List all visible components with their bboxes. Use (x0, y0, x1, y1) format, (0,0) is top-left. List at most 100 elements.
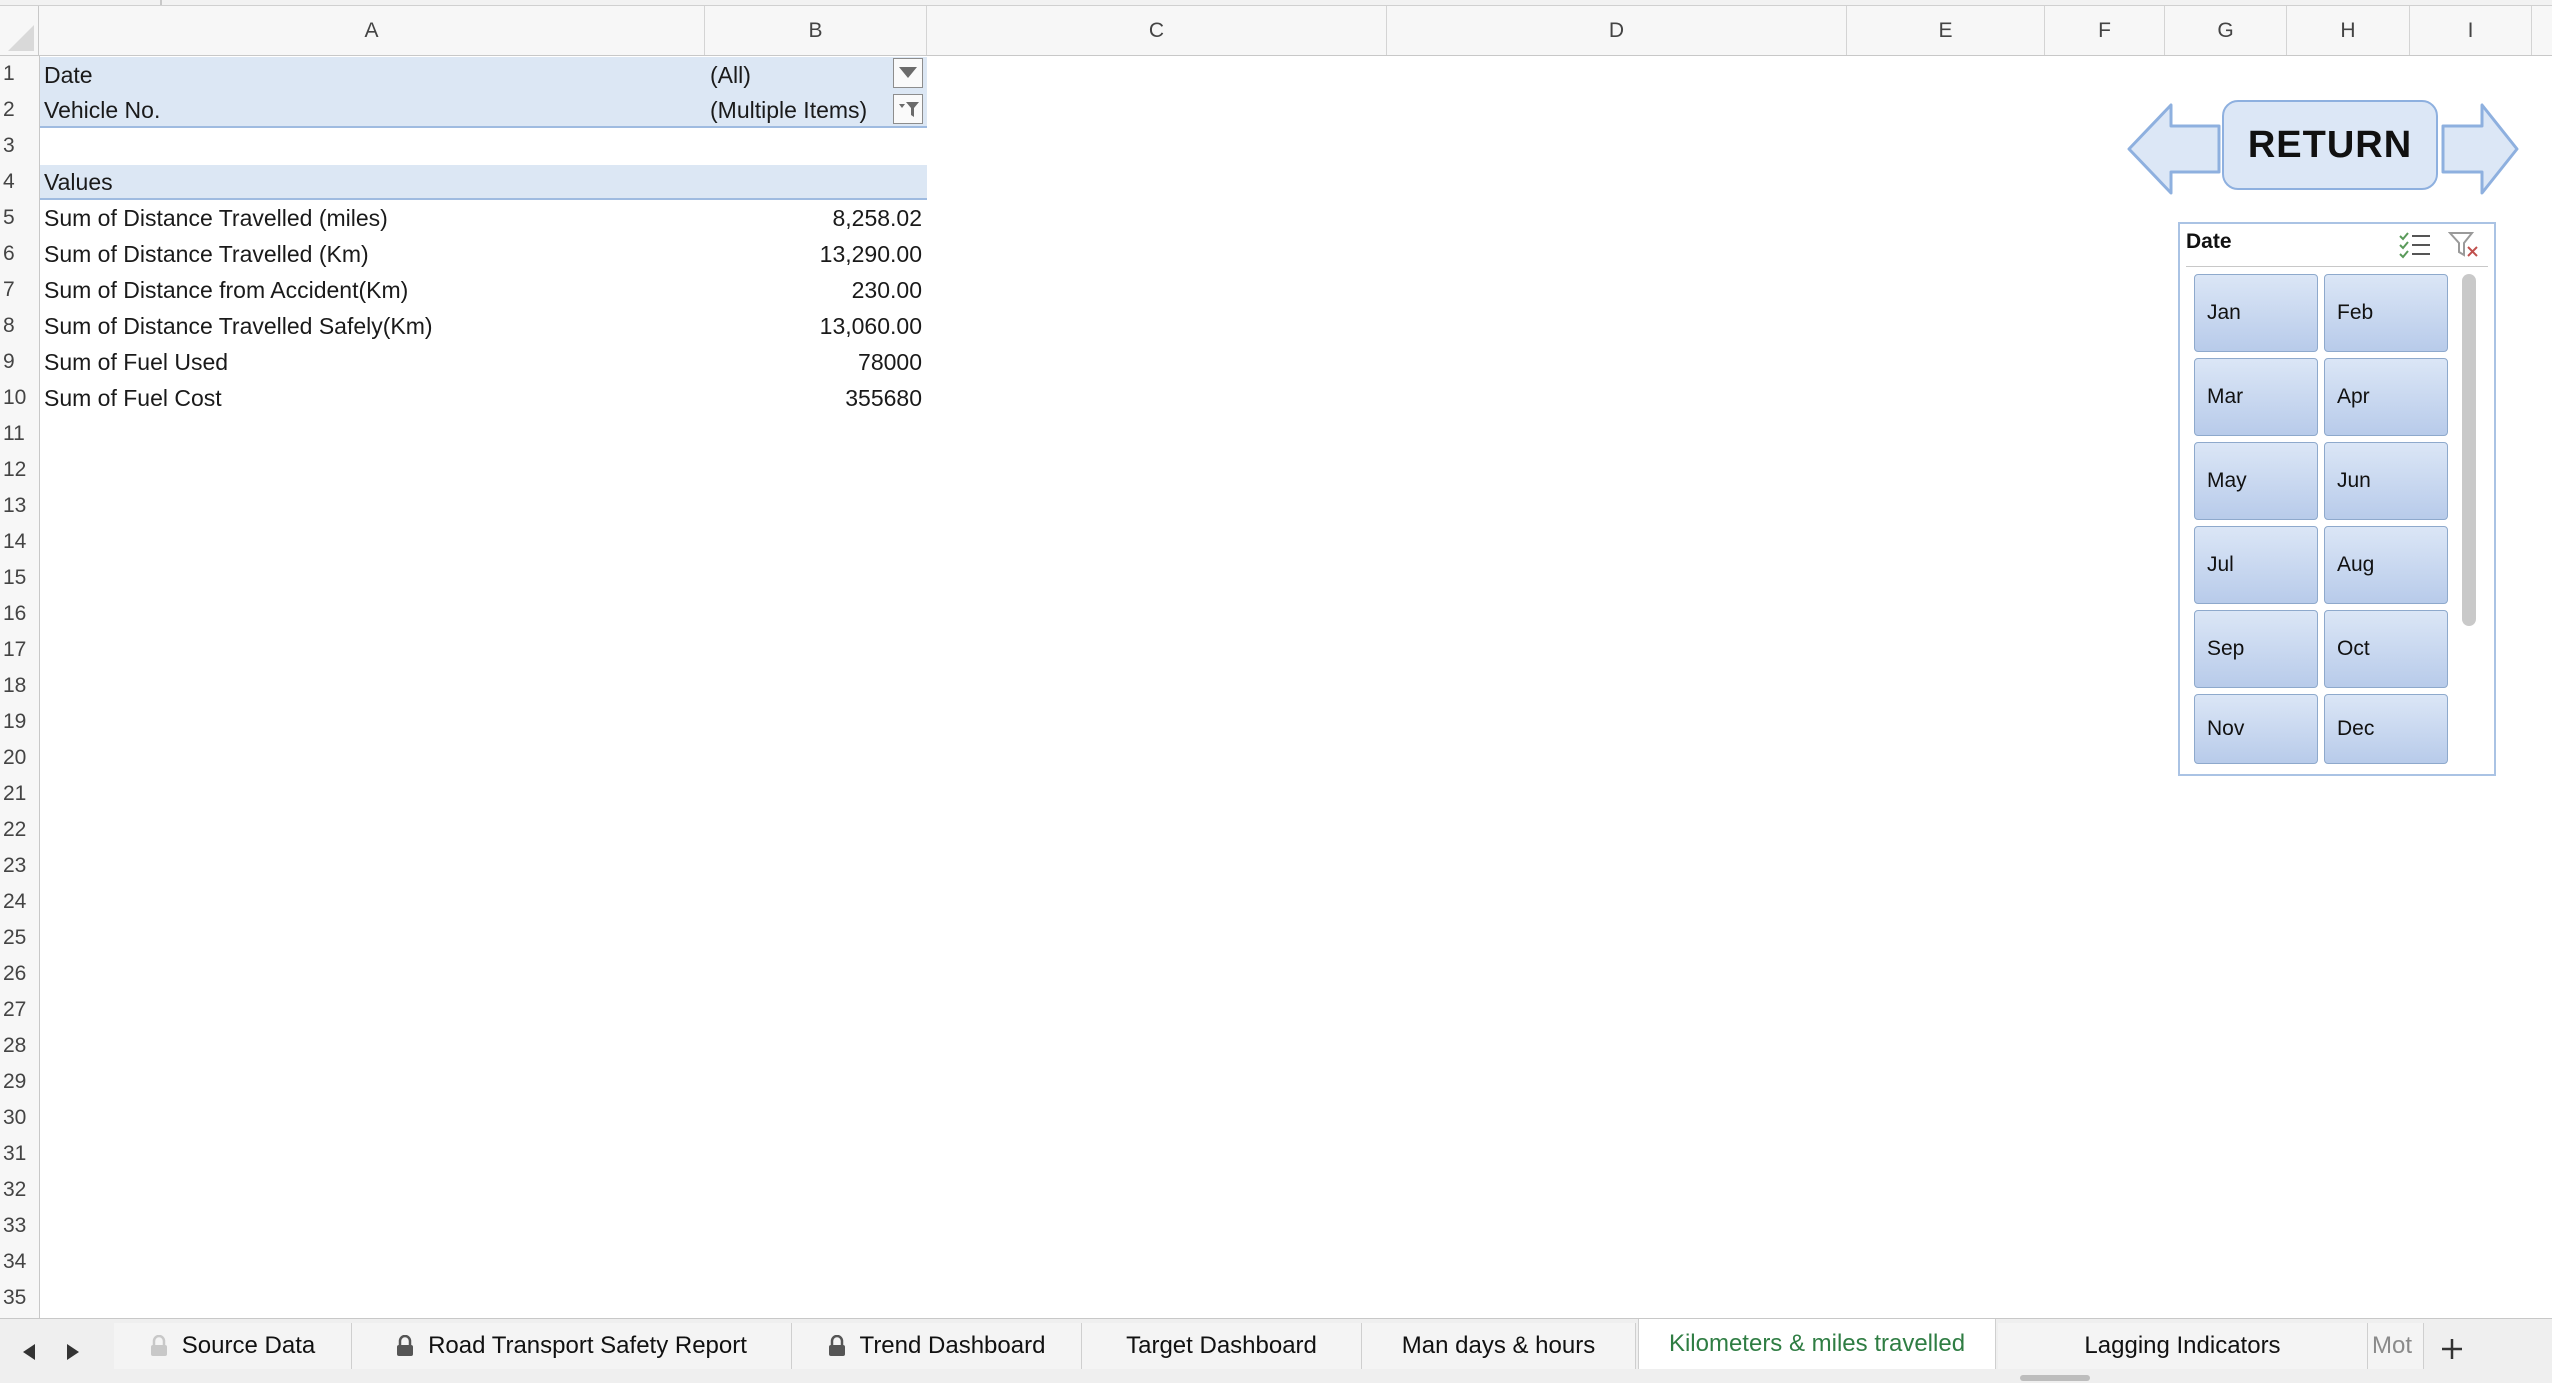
slicer-item-sep[interactable]: Sep (2194, 610, 2318, 688)
row-header[interactable]: 8 (0, 308, 38, 344)
row-header[interactable]: 13 (0, 488, 38, 524)
top-edge-mark (160, 0, 162, 5)
row-header[interactable]: 2 (0, 92, 38, 128)
row-header[interactable]: 10 (0, 380, 38, 416)
tab-source-data[interactable]: Source Data (114, 1323, 352, 1369)
slicer-scrollbar[interactable] (2462, 274, 2476, 626)
slicer-item-oct[interactable]: Oct (2324, 610, 2448, 688)
column-header-b[interactable]: B (705, 6, 927, 55)
date-slicer[interactable]: Date Jan Feb Mar Apr May Jun Jul Aug Sep… (2178, 222, 2496, 776)
pivot-filter-label-date[interactable]: Date (44, 57, 93, 93)
select-all-corner[interactable] (0, 6, 39, 55)
slicer-item-may[interactable]: May (2194, 442, 2318, 520)
row-header[interactable]: 30 (0, 1100, 38, 1136)
pivot-value-label[interactable]: Sum of Distance from Accident(Km) (44, 272, 408, 308)
tab-man-days-hours[interactable]: Man days & hours (1362, 1323, 1636, 1369)
pivot-value-label[interactable]: Sum of Distance Travelled Safely(Km) (44, 308, 433, 344)
row-header[interactable]: 20 (0, 740, 38, 776)
row-header[interactable]: 27 (0, 992, 38, 1028)
pivot-value-number[interactable]: 13,060.00 (705, 308, 922, 344)
column-header-h[interactable]: H (2287, 6, 2410, 55)
slicer-item-jun[interactable]: Jun (2324, 442, 2448, 520)
slicer-item-feb[interactable]: Feb (2324, 274, 2448, 352)
row-header[interactable]: 6 (0, 236, 38, 272)
column-header-i[interactable]: I (2410, 6, 2532, 55)
column-header-f[interactable]: F (2045, 6, 2165, 55)
slicer-item-dec[interactable]: Dec (2324, 694, 2448, 764)
return-button[interactable]: RETURN (2222, 100, 2438, 190)
arrow-right-icon[interactable] (2440, 102, 2520, 196)
pivot-value-number[interactable]: 8,258.02 (705, 200, 922, 236)
row-header[interactable]: 22 (0, 812, 38, 848)
tab-mot-partial[interactable]: Mot (2368, 1323, 2424, 1369)
row-header[interactable]: 15 (0, 560, 38, 596)
tab-lagging-indicators[interactable]: Lagging Indicators (1998, 1323, 2368, 1369)
row-header[interactable]: 9 (0, 344, 38, 380)
horizontal-scrollbar-thumb[interactable] (2020, 1375, 2090, 1381)
pivot-value-number[interactable]: 355680 (705, 380, 922, 416)
pivot-value-label[interactable]: Sum of Distance Travelled (Km) (44, 236, 369, 272)
pivot-filter-label-vehicle[interactable]: Vehicle No. (44, 92, 160, 128)
column-header-d[interactable]: D (1387, 6, 1847, 55)
row-header[interactable]: 24 (0, 884, 38, 920)
row-header[interactable]: 7 (0, 272, 38, 308)
slicer-item-mar[interactable]: Mar (2194, 358, 2318, 436)
row-header[interactable]: 17 (0, 632, 38, 668)
row-header[interactable]: 35 (0, 1280, 38, 1316)
prev-sheet-button[interactable] (14, 1337, 44, 1367)
pivot-values-header[interactable]: Values (44, 164, 113, 200)
slicer-item-apr[interactable]: Apr (2324, 358, 2448, 436)
row-header[interactable]: 25 (0, 920, 38, 956)
pivot-value-number[interactable]: 230.00 (705, 272, 922, 308)
row-header[interactable]: 29 (0, 1064, 38, 1100)
tab-label: Target Dashboard (1126, 1332, 1317, 1359)
slicer-item-jul[interactable]: Jul (2194, 526, 2318, 604)
slicer-item-jan[interactable]: Jan (2194, 274, 2318, 352)
arrow-left-icon[interactable] (2126, 102, 2222, 196)
row-header[interactable]: 31 (0, 1136, 38, 1172)
column-header-c[interactable]: C (927, 6, 1387, 55)
column-header-a[interactable]: A (39, 6, 705, 55)
row-header[interactable]: 5 (0, 200, 38, 236)
row-header[interactable]: 14 (0, 524, 38, 560)
next-sheet-button[interactable] (58, 1337, 88, 1367)
pivot-value-label[interactable]: Sum of Fuel Used (44, 344, 228, 380)
pivot-filter-value-date[interactable]: (All) (710, 57, 751, 93)
row-header[interactable]: 26 (0, 956, 38, 992)
sheet-tab-bar: Source Data Road Transport Safety Report… (0, 1318, 2552, 1383)
row-header[interactable]: 3 (0, 128, 38, 164)
row-header-bar: 1 2 3 4 5 6 7 8 9 10 11 12 13 14 15 16 1… (0, 56, 40, 1318)
row-header[interactable]: 18 (0, 668, 38, 704)
tab-road-transport-safety-report[interactable]: Road Transport Safety Report (352, 1323, 792, 1369)
slicer-item-nov[interactable]: Nov (2194, 694, 2318, 764)
row-header[interactable]: 19 (0, 704, 38, 740)
vehicle-filter-dropdown[interactable] (893, 94, 923, 124)
row-header[interactable]: 4 (0, 164, 38, 200)
row-header[interactable]: 33 (0, 1208, 38, 1244)
tab-label: Mot (2372, 1332, 2413, 1359)
pivot-value-label[interactable]: Sum of Distance Travelled (miles) (44, 200, 388, 236)
slicer-item-aug[interactable]: Aug (2324, 526, 2448, 604)
tab-kilometers-miles-travelled[interactable]: Kilometers & miles travelled (1638, 1319, 1996, 1369)
row-header[interactable]: 34 (0, 1244, 38, 1280)
pivot-value-number[interactable]: 13,290.00 (705, 236, 922, 272)
row-header[interactable]: 1 (0, 56, 38, 92)
row-header[interactable]: 23 (0, 848, 38, 884)
row-header[interactable]: 21 (0, 776, 38, 812)
multi-select-icon[interactable] (2398, 230, 2432, 260)
row-header[interactable]: 32 (0, 1172, 38, 1208)
clear-filter-icon[interactable] (2448, 230, 2480, 260)
row-header[interactable]: 28 (0, 1028, 38, 1064)
date-filter-dropdown[interactable] (893, 58, 923, 88)
pivot-filter-value-vehicle[interactable]: (Multiple Items) (710, 92, 867, 128)
tab-target-dashboard[interactable]: Target Dashboard (1082, 1323, 1362, 1369)
pivot-value-label[interactable]: Sum of Fuel Cost (44, 380, 222, 416)
pivot-value-number[interactable]: 78000 (705, 344, 922, 380)
column-header-e[interactable]: E (1847, 6, 2045, 55)
add-sheet-button[interactable] (2432, 1329, 2472, 1369)
row-header[interactable]: 12 (0, 452, 38, 488)
column-header-g[interactable]: G (2165, 6, 2287, 55)
row-header[interactable]: 16 (0, 596, 38, 632)
tab-trend-dashboard[interactable]: Trend Dashboard (792, 1323, 1082, 1369)
row-header[interactable]: 11 (0, 416, 38, 452)
